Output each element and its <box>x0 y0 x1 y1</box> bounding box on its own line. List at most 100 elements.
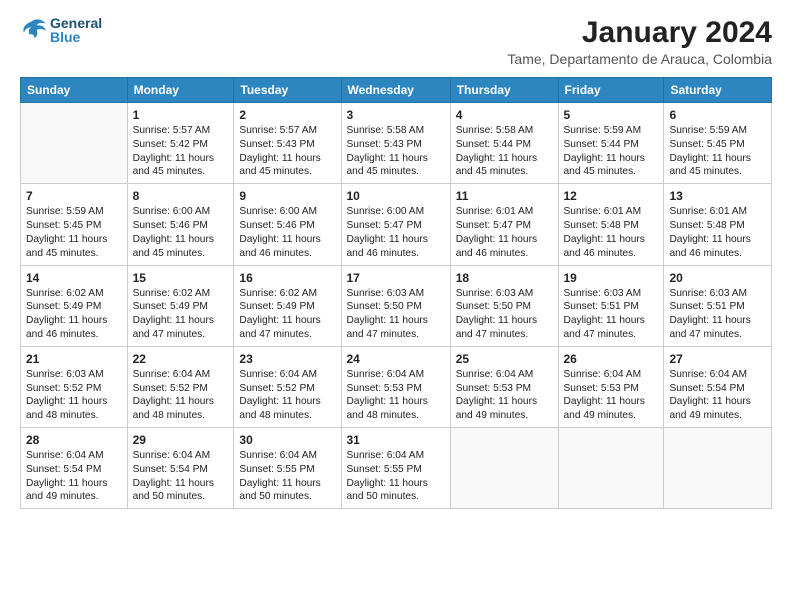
calendar-cell: 17Sunrise: 6:03 AM Sunset: 5:50 PM Dayli… <box>341 265 450 346</box>
calendar-cell: 7Sunrise: 5:59 AM Sunset: 5:45 PM Daylig… <box>21 184 128 265</box>
day-info: Sunrise: 6:03 AM Sunset: 5:51 PM Dayligh… <box>564 287 659 342</box>
calendar-cell: 30Sunrise: 6:04 AM Sunset: 5:55 PM Dayli… <box>234 428 341 509</box>
col-tuesday: Tuesday <box>234 78 341 103</box>
calendar-week-row-1: 7Sunrise: 5:59 AM Sunset: 5:45 PM Daylig… <box>21 184 772 265</box>
day-number: 29 <box>133 432 229 448</box>
day-info: Sunrise: 6:01 AM Sunset: 5:47 PM Dayligh… <box>456 205 553 260</box>
day-info: Sunrise: 6:03 AM Sunset: 5:50 PM Dayligh… <box>456 287 553 342</box>
day-number: 31 <box>347 432 445 448</box>
day-number: 25 <box>456 351 553 367</box>
day-info: Sunrise: 6:04 AM Sunset: 5:52 PM Dayligh… <box>133 368 229 423</box>
calendar-cell: 19Sunrise: 6:03 AM Sunset: 5:51 PM Dayli… <box>558 265 664 346</box>
calendar-week-row-2: 14Sunrise: 6:02 AM Sunset: 5:49 PM Dayli… <box>21 265 772 346</box>
day-number: 1 <box>133 107 229 123</box>
day-number: 14 <box>26 270 122 286</box>
calendar-subtitle: Tame, Departamento de Arauca, Colombia <box>507 51 772 67</box>
day-number: 21 <box>26 351 122 367</box>
calendar-cell: 22Sunrise: 6:04 AM Sunset: 5:52 PM Dayli… <box>127 346 234 427</box>
day-info: Sunrise: 6:03 AM Sunset: 5:52 PM Dayligh… <box>26 368 122 423</box>
day-number: 27 <box>669 351 766 367</box>
day-info: Sunrise: 6:04 AM Sunset: 5:53 PM Dayligh… <box>564 368 659 423</box>
day-number: 2 <box>239 107 335 123</box>
day-number: 26 <box>564 351 659 367</box>
day-number: 15 <box>133 270 229 286</box>
day-number: 6 <box>669 107 766 123</box>
day-number: 7 <box>26 188 122 204</box>
logo-text: General Blue <box>50 16 102 44</box>
calendar-cell: 2Sunrise: 5:57 AM Sunset: 5:43 PM Daylig… <box>234 103 341 184</box>
calendar-cell <box>558 428 664 509</box>
calendar-week-row-0: 1Sunrise: 5:57 AM Sunset: 5:42 PM Daylig… <box>21 103 772 184</box>
day-number: 12 <box>564 188 659 204</box>
day-info: Sunrise: 6:02 AM Sunset: 5:49 PM Dayligh… <box>133 287 229 342</box>
day-number: 11 <box>456 188 553 204</box>
day-info: Sunrise: 6:04 AM Sunset: 5:53 PM Dayligh… <box>347 368 445 423</box>
calendar-cell: 26Sunrise: 6:04 AM Sunset: 5:53 PM Dayli… <box>558 346 664 427</box>
day-number: 23 <box>239 351 335 367</box>
calendar-cell: 29Sunrise: 6:04 AM Sunset: 5:54 PM Dayli… <box>127 428 234 509</box>
day-number: 9 <box>239 188 335 204</box>
logo-bird-icon <box>20 18 48 42</box>
calendar-page: General Blue January 2024 Tame, Departam… <box>0 0 792 612</box>
day-info: Sunrise: 6:04 AM Sunset: 5:54 PM Dayligh… <box>133 449 229 504</box>
calendar-cell: 23Sunrise: 6:04 AM Sunset: 5:52 PM Dayli… <box>234 346 341 427</box>
day-number: 24 <box>347 351 445 367</box>
calendar-cell: 9Sunrise: 6:00 AM Sunset: 5:46 PM Daylig… <box>234 184 341 265</box>
day-number: 5 <box>564 107 659 123</box>
day-info: Sunrise: 5:58 AM Sunset: 5:43 PM Dayligh… <box>347 124 445 179</box>
calendar-week-row-4: 28Sunrise: 6:04 AM Sunset: 5:54 PM Dayli… <box>21 428 772 509</box>
day-info: Sunrise: 5:57 AM Sunset: 5:43 PM Dayligh… <box>239 124 335 179</box>
calendar-cell: 27Sunrise: 6:04 AM Sunset: 5:54 PM Dayli… <box>664 346 772 427</box>
calendar-table: Sunday Monday Tuesday Wednesday Thursday… <box>20 77 772 509</box>
calendar-cell: 15Sunrise: 6:02 AM Sunset: 5:49 PM Dayli… <box>127 265 234 346</box>
day-info: Sunrise: 6:04 AM Sunset: 5:53 PM Dayligh… <box>456 368 553 423</box>
calendar-cell: 10Sunrise: 6:00 AM Sunset: 5:47 PM Dayli… <box>341 184 450 265</box>
logo: General Blue <box>20 16 102 44</box>
calendar-cell: 16Sunrise: 6:02 AM Sunset: 5:49 PM Dayli… <box>234 265 341 346</box>
calendar-cell: 28Sunrise: 6:04 AM Sunset: 5:54 PM Dayli… <box>21 428 128 509</box>
day-number: 10 <box>347 188 445 204</box>
day-number: 16 <box>239 270 335 286</box>
calendar-week-row-3: 21Sunrise: 6:03 AM Sunset: 5:52 PM Dayli… <box>21 346 772 427</box>
calendar-cell: 6Sunrise: 5:59 AM Sunset: 5:45 PM Daylig… <box>664 103 772 184</box>
day-number: 4 <box>456 107 553 123</box>
logo-blue-text: Blue <box>50 30 102 44</box>
day-number: 19 <box>564 270 659 286</box>
calendar-cell: 4Sunrise: 5:58 AM Sunset: 5:44 PM Daylig… <box>450 103 558 184</box>
day-info: Sunrise: 6:02 AM Sunset: 5:49 PM Dayligh… <box>26 287 122 342</box>
calendar-cell: 13Sunrise: 6:01 AM Sunset: 5:48 PM Dayli… <box>664 184 772 265</box>
calendar-cell: 24Sunrise: 6:04 AM Sunset: 5:53 PM Dayli… <box>341 346 450 427</box>
calendar-cell <box>450 428 558 509</box>
col-thursday: Thursday <box>450 78 558 103</box>
day-info: Sunrise: 6:01 AM Sunset: 5:48 PM Dayligh… <box>564 205 659 260</box>
calendar-cell: 20Sunrise: 6:03 AM Sunset: 5:51 PM Dayli… <box>664 265 772 346</box>
day-info: Sunrise: 6:04 AM Sunset: 5:54 PM Dayligh… <box>26 449 122 504</box>
calendar-cell: 11Sunrise: 6:01 AM Sunset: 5:47 PM Dayli… <box>450 184 558 265</box>
day-info: Sunrise: 6:03 AM Sunset: 5:50 PM Dayligh… <box>347 287 445 342</box>
day-number: 17 <box>347 270 445 286</box>
day-info: Sunrise: 5:59 AM Sunset: 5:44 PM Dayligh… <box>564 124 659 179</box>
day-info: Sunrise: 6:04 AM Sunset: 5:55 PM Dayligh… <box>239 449 335 504</box>
logo-general-text: General <box>50 16 102 30</box>
calendar-cell: 18Sunrise: 6:03 AM Sunset: 5:50 PM Dayli… <box>450 265 558 346</box>
col-sunday: Sunday <box>21 78 128 103</box>
col-monday: Monday <box>127 78 234 103</box>
day-info: Sunrise: 6:04 AM Sunset: 5:55 PM Dayligh… <box>347 449 445 504</box>
day-info: Sunrise: 6:01 AM Sunset: 5:48 PM Dayligh… <box>669 205 766 260</box>
day-number: 30 <box>239 432 335 448</box>
day-info: Sunrise: 6:00 AM Sunset: 5:46 PM Dayligh… <box>239 205 335 260</box>
calendar-cell: 14Sunrise: 6:02 AM Sunset: 5:49 PM Dayli… <box>21 265 128 346</box>
day-info: Sunrise: 6:04 AM Sunset: 5:52 PM Dayligh… <box>239 368 335 423</box>
day-info: Sunrise: 6:02 AM Sunset: 5:49 PM Dayligh… <box>239 287 335 342</box>
day-number: 3 <box>347 107 445 123</box>
day-number: 8 <box>133 188 229 204</box>
calendar-cell: 21Sunrise: 6:03 AM Sunset: 5:52 PM Dayli… <box>21 346 128 427</box>
calendar-cell: 3Sunrise: 5:58 AM Sunset: 5:43 PM Daylig… <box>341 103 450 184</box>
col-saturday: Saturday <box>664 78 772 103</box>
title-block: January 2024 Tame, Departamento de Arauc… <box>507 16 772 67</box>
calendar-header-row: Sunday Monday Tuesday Wednesday Thursday… <box>21 78 772 103</box>
calendar-cell <box>21 103 128 184</box>
day-number: 18 <box>456 270 553 286</box>
calendar-cell: 1Sunrise: 5:57 AM Sunset: 5:42 PM Daylig… <box>127 103 234 184</box>
day-info: Sunrise: 5:58 AM Sunset: 5:44 PM Dayligh… <box>456 124 553 179</box>
